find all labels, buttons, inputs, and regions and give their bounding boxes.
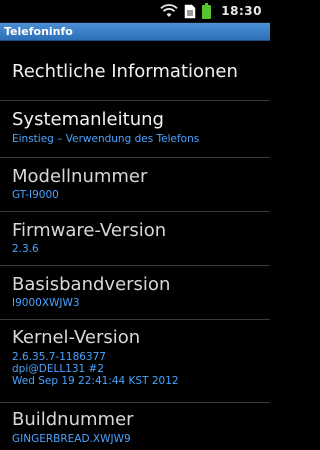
item-value: Einstieg – Verwendung des Telefons bbox=[12, 133, 200, 145]
item-label: Firmware-Version bbox=[12, 220, 167, 241]
list-item-rechtliche-informationen[interactable]: Rechtliche Informationen bbox=[0, 41, 270, 101]
battery-icon bbox=[202, 3, 212, 19]
page-title: Telefoninfo bbox=[4, 25, 73, 38]
item-value: I9000XWJW3 bbox=[12, 297, 80, 309]
title-bar: Telefoninfo bbox=[0, 23, 270, 41]
list-item-firmware-version: Firmware-Version 2.3.6 bbox=[0, 212, 270, 266]
wifi-icon bbox=[160, 4, 178, 17]
item-label: Rechtliche Informationen bbox=[12, 61, 238, 82]
settings-list: Rechtliche Informationen Systemanleitung… bbox=[0, 41, 270, 450]
status-time: 18:30 bbox=[221, 4, 262, 18]
item-label: Systemanleitung bbox=[12, 109, 164, 130]
item-value-line-3: Wed Sep 19 22:41:44 KST 2012 bbox=[12, 375, 179, 387]
list-item-buildnummer: Buildnummer GINGERBREAD.XWJW9 bbox=[0, 403, 270, 450]
status-bar: 18:30 bbox=[0, 0, 270, 23]
item-value: GINGERBREAD.XWJW9 bbox=[12, 433, 131, 445]
sim-icon bbox=[185, 4, 196, 18]
list-item-systemanleitung[interactable]: Systemanleitung Einstieg – Verwendung de… bbox=[0, 101, 270, 158]
status-icons: 18:30 bbox=[160, 2, 262, 20]
item-label: Modellnummer bbox=[12, 166, 148, 187]
item-label: Kernel-Version bbox=[12, 327, 141, 348]
item-value: GT-I9000 bbox=[12, 189, 59, 201]
item-value: 2.3.6 bbox=[12, 243, 39, 255]
list-item-modellnummer: Modellnummer GT-I9000 bbox=[0, 158, 270, 212]
item-label: Basisbandversion bbox=[12, 274, 171, 295]
list-item-kernel-version: Kernel-Version 2.6.35.7-1186377 dpi@DELL… bbox=[0, 320, 270, 403]
list-item-basisbandversion: Basisbandversion I9000XWJW3 bbox=[0, 266, 270, 320]
item-label: Buildnummer bbox=[12, 409, 134, 430]
